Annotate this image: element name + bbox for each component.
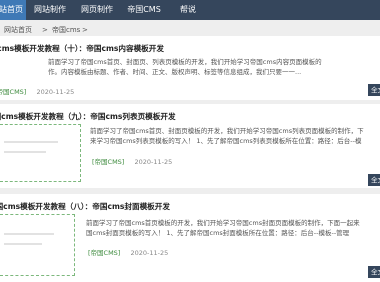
article-category[interactable]: [帝国CMS] xyxy=(0,88,26,96)
read-more-button[interactable]: 全文 xyxy=(368,174,380,186)
article-date: 2020-11-25 xyxy=(36,88,75,96)
article-meta: [帝国CMS] 2020-11-25 xyxy=(0,86,74,96)
excerpt-line: 作。内容模板由标题、作者、时间、正文、版权声明、标签等信息组成，我们只要一一..… xyxy=(48,68,302,76)
article-card: 帝国cms模板开发教程（八）：帝国cms封面模板开发 前面学习了帝国cms首页模… xyxy=(0,194,380,282)
excerpt-line: 前面学习了帝国cms首页、封面页、列表页模板的开发，我们开始学习帝国cms内容页… xyxy=(48,58,322,66)
read-more-button[interactable]: 全文 xyxy=(368,84,380,96)
article-date: 2020-11-25 xyxy=(134,158,173,166)
article-excerpt: 前面学习了帝国cms首页模板的开发，我们开始学习帝国cms封面页面模板的制作，下… xyxy=(86,218,380,238)
nav-item-webpage[interactable]: 网页制作 xyxy=(77,0,117,20)
article-card: 帝国cms模板开发教程（十）：帝国cms内容模板开发 前面学习了帝国cms首页、… xyxy=(0,36,380,100)
nav-item-home[interactable]: 网站首页 xyxy=(0,0,26,20)
article-meta: [帝国CMS] 2020-11-25 xyxy=(92,156,172,166)
article-category[interactable]: [帝国CMS] xyxy=(88,249,120,257)
article-title[interactable]: 帝国cms模板开发教程（九）：帝国cms列表页模板开发 xyxy=(0,111,176,122)
read-more-button[interactable]: 全文 xyxy=(368,266,380,278)
article-thumbnail[interactable] xyxy=(0,124,81,182)
article-excerpt: 前面学习了帝国cms首页、封面页、列表页模板的开发，我们开始学习帝国cms内容页… xyxy=(48,57,378,77)
excerpt-line: 前面学习了帝国cms首页模板的开发，我们开始学习帝国cms封面页面模板的制作，下… xyxy=(86,219,360,227)
excerpt-line: 国cms封面页模板的写入！ 1、先了解帝国cms封面模板所在位置：路径：后台--… xyxy=(86,229,350,237)
excerpt-line: 来学习帝国cms列表页模板的写入！ 1、先了解帝国cms列表页模板所在位置：路径… xyxy=(90,137,362,145)
article-title[interactable]: 帝国cms模板开发教程（八）：帝国cms封面模板开发 xyxy=(0,201,170,212)
article-meta: [帝国CMS] 2020-11-25 xyxy=(88,247,168,257)
article-title[interactable]: 帝国cms模板开发教程（十）：帝国cms内容模板开发 xyxy=(0,43,164,54)
article-excerpt: 前面学习了帝国cms首页、封面页模板的开发，我们开始学习帝国cms列表页面模板的… xyxy=(90,126,380,146)
article-category[interactable]: [帝国CMS] xyxy=(92,158,124,166)
nav-item-empire-cms[interactable]: 帝国CMS xyxy=(123,0,165,20)
top-nav: 网站首页 网站制作 网页制作 帝国CMS 帮说 xyxy=(0,0,380,20)
article-thumbnail[interactable] xyxy=(0,214,75,276)
article-date: 2020-11-25 xyxy=(130,249,169,257)
nav-item-help[interactable]: 帮说 xyxy=(172,0,204,20)
article-card: 帝国cms模板开发教程（九）：帝国cms列表页模板开发 前面学习了帝国cms首页… xyxy=(0,104,380,188)
nav-item-website[interactable]: 网站制作 xyxy=(30,0,70,20)
excerpt-line: 前面学习了帝国cms首页、封面页模板的开发，我们开始学习帝国cms列表页面模板的… xyxy=(90,127,364,135)
